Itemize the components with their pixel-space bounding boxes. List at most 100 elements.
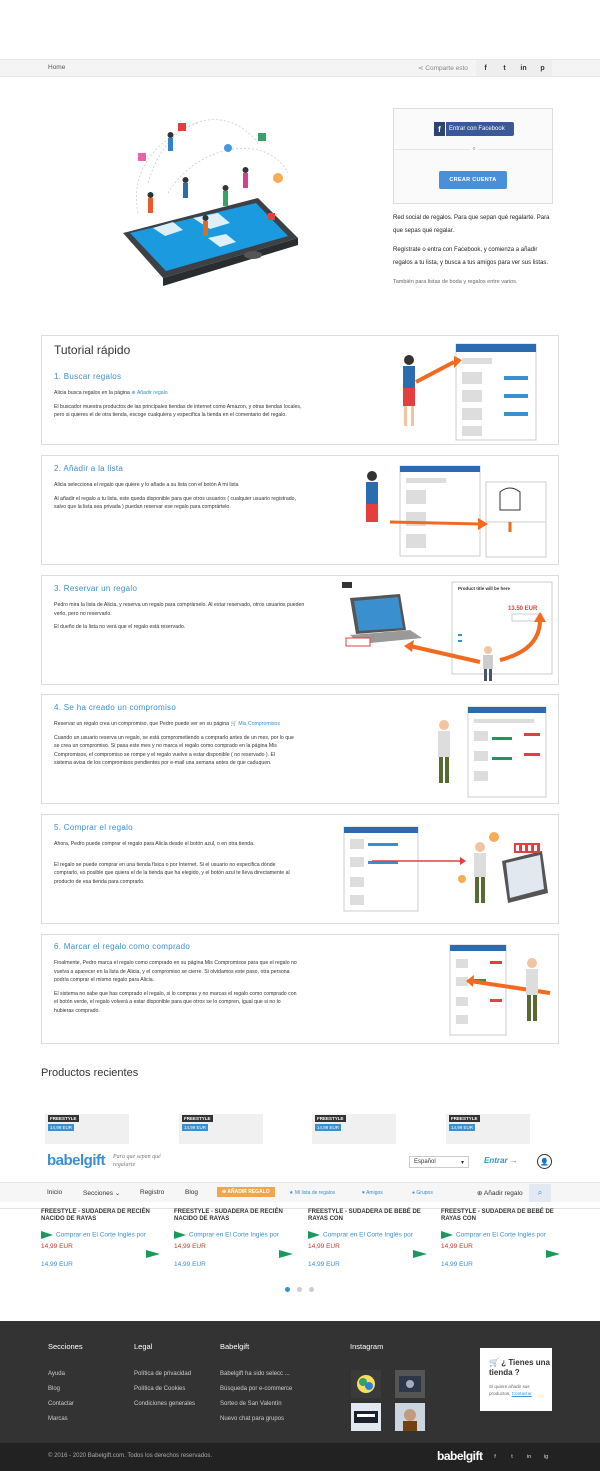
arrow-icon[interactable]	[546, 1250, 560, 1258]
instagram-photo[interactable]	[351, 1403, 381, 1431]
instagram-photo[interactable]	[395, 1403, 425, 1431]
create-account-button[interactable]: CREAR CUENTA	[439, 171, 507, 189]
buy-link[interactable]: Comprar en El Corte Inglés por	[308, 1231, 413, 1239]
step-5-illustration	[343, 826, 548, 912]
cart-icon: 🛒	[489, 1358, 499, 1367]
product-thumbnail[interactable]: FREESTYLE 14,99 EUR	[312, 1114, 396, 1144]
product-name[interactable]: FREESTYLE - SUDADERA DE RECIÉN NACIDO DE…	[41, 1209, 165, 1223]
facebook-icon: f	[434, 122, 446, 136]
footer-logo[interactable]: babelgift	[437, 1449, 483, 1463]
nav-my-list[interactable]: ★ Mi lista de regalos	[289, 1190, 335, 1196]
copyright: © 2016 - 2020 Babelgift.com. Todos los d…	[48, 1453, 213, 1459]
hero-text-1: Red social de regalos. Para que sepan qu…	[393, 215, 550, 234]
buy-link[interactable]: Comprar en El Corte Inglés por	[174, 1231, 279, 1239]
nav-friends-label: Amigos	[366, 1190, 383, 1196]
facebook-icon[interactable]: f	[490, 1452, 500, 1462]
tutorial-step-6: 6. Marcar el regalo como comprado Finalm…	[41, 934, 559, 1044]
login-link[interactable]: Entrar →	[484, 1156, 518, 1165]
footer-link[interactable]: Contactar	[48, 1401, 74, 1407]
brand-badge: FREESTYLE	[48, 1115, 79, 1122]
nav-secciones[interactable]: Secciones ⌄	[83, 1189, 120, 1197]
gift-icon: ⊕	[477, 1190, 483, 1197]
nav-blog[interactable]: Blog	[185, 1189, 198, 1196]
product-thumbnail[interactable]: FREESTYLE 14,99 EUR	[45, 1114, 129, 1144]
step-text-1: Reservar un regalo crea un compromiso, q…	[54, 721, 230, 727]
instagram-photo[interactable]	[395, 1370, 425, 1398]
add-gift-link[interactable]: ⊕ Añadir regalo	[131, 390, 167, 396]
step-title: 5. Comprar el regalo	[54, 823, 133, 832]
product-name[interactable]: FREESTYLE - SUDADERA DE RECIÉN NACIDO DE…	[174, 1209, 298, 1223]
user-icon[interactable]: 👤	[537, 1154, 552, 1169]
linkedin-icon[interactable]: in	[524, 1452, 534, 1462]
step-text-2: El sistema no sabe que has comprado el r…	[54, 990, 297, 1014]
main-nav: Inicio Secciones ⌄ Registro Blog ⊕ AÑADI…	[0, 1182, 600, 1202]
footer-link[interactable]: Nuevo chat para grupos	[220, 1416, 284, 1422]
footer-link[interactable]: Babelgift ha sido selecc ...	[220, 1371, 290, 1377]
footer-link[interactable]: Búsqueda por e-commerce	[220, 1386, 292, 1392]
share-link[interactable]: ⋖ Comparte esto	[418, 64, 468, 72]
contact-link[interactable]: Contactar	[512, 1391, 532, 1396]
buy-link-label: Comprar en El Corte Inglés por	[189, 1231, 279, 1239]
step-text-2: El buscador muestra productos de las pri…	[54, 403, 302, 419]
instagram-photo[interactable]	[351, 1370, 381, 1398]
add-gift-button[interactable]: ⊕ AÑADIR REGALO	[217, 1187, 275, 1197]
my-commitments-link[interactable]: 🛒 Mis Compromisos	[231, 721, 280, 727]
step-text-1: Alicia selecciona el regalo que quiere y…	[54, 482, 239, 488]
breadcrumb-home[interactable]: Home	[48, 64, 65, 71]
recent-products-title: Productos recientes	[41, 1067, 139, 1079]
footer-link[interactable]: Blog	[48, 1386, 60, 1392]
nav-registro[interactable]: Registro	[140, 1189, 164, 1196]
nav-friends[interactable]: ♥ Amigos	[362, 1190, 383, 1196]
arrow-icon[interactable]	[279, 1250, 293, 1258]
product-price: 14,99 EUR	[308, 1243, 340, 1250]
footer-link[interactable]: Condiciones generales	[134, 1401, 195, 1407]
hero-text-3: También para listas de boda y regalos en…	[393, 279, 518, 285]
step-title: 1. Buscar regalos	[54, 372, 122, 381]
arrow-icon[interactable]	[413, 1250, 427, 1258]
arrow-icon[interactable]	[146, 1250, 160, 1258]
step-title: 6. Marcar el regalo como comprado	[54, 942, 191, 951]
buy-link-label: Comprar en El Corte Inglés por	[456, 1231, 546, 1239]
hero-text-2: Regístrate o entra con Facebook, y comie…	[393, 247, 549, 266]
product-price-secondary: 14,99 EUR	[174, 1261, 206, 1268]
nav-groups[interactable]: ● Grupos	[412, 1190, 433, 1196]
linkedin-icon[interactable]: in	[514, 60, 533, 76]
footer-link[interactable]: Ayuda	[48, 1371, 65, 1377]
product-thumbnail[interactable]: FREESTYLE 14,99 EUR	[179, 1114, 263, 1144]
tutorial-title: Tutorial rápido	[54, 343, 131, 357]
arrow-icon	[174, 1231, 186, 1239]
step-1-illustration	[403, 343, 537, 441]
product-name[interactable]: FREESTYLE - SUDADERA DE BEBÉ DE RAYAS CO…	[308, 1209, 432, 1223]
product-name[interactable]: FREESTYLE - SUDADERA DE BEBÉ DE RAYAS CO…	[441, 1209, 565, 1223]
nav-add-gift[interactable]: ⊕ Añadir regalo	[477, 1189, 523, 1197]
language-select[interactable]: Español ▾	[409, 1156, 469, 1168]
footer-link[interactable]: Política de privacidad	[134, 1371, 191, 1377]
twitter-icon[interactable]: t	[507, 1452, 517, 1462]
hero-illustration	[123, 119, 298, 286]
product-price-secondary: 14,99 EUR	[41, 1261, 73, 1268]
carousel-dot-active[interactable]	[285, 1287, 290, 1292]
footer-link[interactable]: Marcas	[48, 1416, 68, 1422]
tutorial-step-5: 5. Comprar el regalo Ahora, Pedro puede …	[41, 814, 559, 924]
footer-link[interactable]: Sorteo de San Valentín	[220, 1401, 282, 1407]
carousel-dot[interactable]	[309, 1287, 314, 1292]
nav-secciones-label: Secciones	[83, 1190, 113, 1197]
buy-link[interactable]: Comprar en El Corte Inglés por	[41, 1231, 146, 1239]
footer-link[interactable]: Política de Cookies	[134, 1386, 185, 1392]
search-button[interactable]: ⌕	[529, 1184, 551, 1202]
nav-inicio[interactable]: Inicio	[47, 1189, 62, 1196]
instagram-icon[interactable]: ig	[541, 1452, 551, 1462]
step-text-2: Cuando un usuario reserva un regalo, se …	[54, 734, 294, 767]
brand-badge: FREESTYLE	[315, 1115, 346, 1122]
facebook-icon[interactable]: f	[476, 60, 495, 76]
language-value: Español	[414, 1159, 436, 1165]
step-text-1: Alicia busca regalos en la página	[54, 390, 130, 396]
logo[interactable]: babelgift	[47, 1152, 106, 1169]
buy-link[interactable]: Comprar en El Corte Inglés por	[441, 1231, 546, 1239]
twitter-icon[interactable]: t	[495, 60, 514, 76]
login-box: f Entrar con Facebook o CREAR CUENTA	[393, 108, 554, 204]
carousel-dot[interactable]	[297, 1287, 302, 1292]
pinterest-icon[interactable]: p	[533, 60, 552, 76]
product-thumbnail[interactable]: FREESTYLE 14,99 EUR	[446, 1114, 530, 1144]
facebook-login-button[interactable]: f Entrar con Facebook	[434, 122, 514, 136]
